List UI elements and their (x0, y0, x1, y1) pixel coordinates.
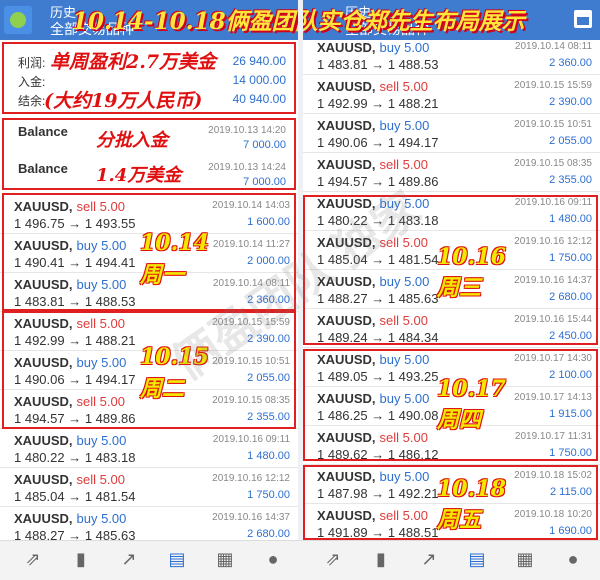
summary-label: 利润: (18, 56, 46, 70)
trade-profit: 2 055.00 (549, 135, 592, 147)
trade-side: buy 5.00 (76, 433, 127, 448)
trade-prices: 1 492.99 → 1 488.21 (317, 96, 439, 111)
symbol-label: XAUUSD, buy 5.00 (317, 118, 429, 133)
trade-date: 2019.10.15 08:35 (514, 158, 592, 169)
trade-prices: 1 480.22 → 1 483.18 (14, 450, 136, 465)
history-inbox-icon[interactable]: ▤ (464, 549, 490, 573)
trade-profit: 2 390.00 (549, 96, 592, 108)
balance-amount: 7 000.00 (243, 176, 286, 188)
trade-date: 2019.10.14 08:11 (514, 41, 592, 52)
news-icon[interactable]: ▦ (212, 549, 238, 573)
trade-side: buy 5.00 (379, 118, 430, 133)
trade-profit: 1 480.00 (247, 450, 290, 462)
table-row[interactable]: XAUUSD, buy 5.00 1 480.22 → 1 483.18 2019.1… (0, 429, 298, 468)
monday-label: 周一 (140, 262, 185, 288)
table-row[interactable]: XAUUSD, buy 5.00 1 483.81 → 1 488.53 2019.1… (303, 40, 600, 75)
weekly-profit-note: 单周盈利2.7万美金 (50, 51, 217, 73)
friday-label: 周五 (437, 507, 482, 533)
summary-value: 40 940.00 (232, 92, 286, 106)
trade-date: 2019.10.15 15:59 (514, 80, 592, 91)
trade-profit: 2 360.00 (549, 57, 592, 69)
history-panel-right: XAUUSD, buy 5.00 1 483.81 → 1 488.53 2019.1… (303, 40, 600, 540)
summary-label: 入金: (18, 75, 46, 89)
balance-amount: 7 000.00 (243, 139, 286, 151)
trade-side: buy 5.00 (379, 40, 430, 55)
table-row[interactable]: XAUUSD, sell 5.00 1 485.04 → 1 481.54 2019.… (0, 468, 298, 507)
trade-side: sell 5.00 (379, 79, 428, 94)
trend-icon[interactable]: ↗ (416, 549, 442, 573)
table-row[interactable]: XAUUSD, buy 5.00 1 488.27 → 1 485.63 2019.1… (0, 507, 298, 540)
symbol-name: XAUUSD, (14, 511, 73, 526)
deposit-total-note: 1.4万美金 (96, 165, 182, 186)
trade-profit: 2 680.00 (247, 528, 290, 540)
tuesday-label: 周二 (140, 376, 185, 402)
chart-candles-icon[interactable]: ▮ (368, 549, 394, 573)
symbol-name: XAUUSD, (317, 79, 376, 94)
symbol-label: XAUUSD, sell 5.00 (14, 472, 125, 487)
bottom-nav: ⇗ ▮ ↗ ▤ ▦ ● ⇗ ▮ ↗ ▤ ▦ ● (0, 540, 600, 580)
summary-value: 14 000.00 (232, 73, 286, 87)
menu-app-icon[interactable] (4, 6, 32, 34)
thursday-date-label: 10.17 (437, 376, 506, 402)
rmb-equivalent-note: (大约19万人民币) (44, 90, 203, 112)
summary-value: 26 940.00 (232, 54, 286, 68)
symbol-label: XAUUSD, sell 5.00 (317, 157, 428, 172)
trade-prices: 1 490.06 → 1 494.17 (317, 135, 439, 150)
symbol-label: XAUUSD, buy 5.00 (317, 40, 429, 55)
wednesday-label: 周三 (437, 275, 482, 301)
calendar-icon[interactable] (574, 10, 592, 28)
symbol-label: XAUUSD, buy 5.00 (14, 433, 126, 448)
thursday-label: 周四 (437, 407, 482, 433)
chart-candles-icon[interactable]: ▮ (68, 549, 94, 573)
trade-icon[interactable]: ⇗ (20, 549, 46, 573)
news-icon[interactable]: ▦ (512, 549, 538, 573)
balance-date: 2019.10.13 14:24 (208, 162, 286, 173)
trend-icon[interactable]: ↗ (116, 549, 142, 573)
symbol-label: XAUUSD, sell 5.00 (317, 79, 428, 94)
deposit-batches-note: 分批入金 (96, 130, 168, 151)
trade-date: 2019.10.15 10:51 (514, 119, 592, 130)
trade-icon[interactable]: ⇗ (320, 549, 346, 573)
trade-side: sell 5.00 (379, 157, 428, 172)
balance-date: 2019.10.13 14:20 (208, 125, 286, 136)
friday-date-label: 10.18 (437, 476, 506, 502)
chat-icon[interactable]: ● (560, 549, 586, 573)
symbol-name: XAUUSD, (14, 433, 73, 448)
deposits-box: Balance 2019.10.13 14:20 7 000.00 Balanc… (2, 118, 296, 190)
table-row[interactable]: XAUUSD, sell 5.00 1 492.99 → 1 488.21 2019.… (303, 75, 600, 114)
trade-profit: 1 750.00 (247, 489, 290, 501)
balance-label: Balance (18, 124, 68, 139)
symbol-name: XAUUSD, (317, 40, 376, 55)
trade-profit: 2 355.00 (549, 174, 592, 186)
symbol-label: XAUUSD, buy 5.00 (14, 511, 126, 526)
trade-side: buy 5.00 (76, 511, 127, 526)
table-row[interactable]: XAUUSD, sell 5.00 1 494.57 → 1 489.86 2019.… (303, 153, 600, 192)
symbol-name: XAUUSD, (317, 118, 376, 133)
balance-label: Balance (18, 161, 68, 176)
summary-box: 利润: 26 940.00 入金: 14 000.00 结余: 40 940.0… (2, 42, 296, 114)
trade-prices: 1 483.81 → 1 488.53 (317, 57, 439, 72)
trade-prices: 1 488.27 → 1 485.63 (14, 528, 136, 540)
trade-date: 2019.10.16 14:37 (212, 512, 290, 523)
chat-icon[interactable]: ● (260, 549, 286, 573)
trade-date: 2019.10.16 12:12 (212, 473, 290, 484)
symbol-name: XAUUSD, (317, 157, 376, 172)
wednesday-date-label: 10.16 (437, 244, 506, 270)
trade-side: sell 5.00 (76, 472, 125, 487)
summary-label: 结余: (18, 94, 46, 108)
table-row[interactable]: XAUUSD, buy 5.00 1 490.06 → 1 494.17 2019.1… (303, 114, 600, 153)
symbol-name: XAUUSD, (14, 472, 73, 487)
trade-date: 2019.10.16 09:11 (212, 434, 290, 445)
history-inbox-icon[interactable]: ▤ (164, 549, 190, 573)
monday-date-label: 10.14 (140, 230, 209, 256)
trade-prices: 1 485.04 → 1 481.54 (14, 489, 136, 504)
